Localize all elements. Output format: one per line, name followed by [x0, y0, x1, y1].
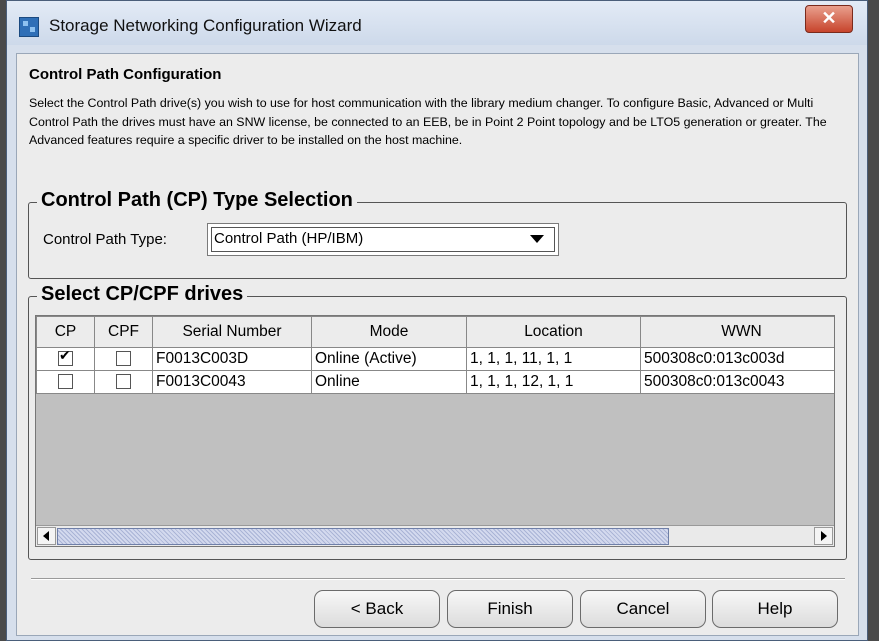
table-row[interactable]: F0013C003D Online (Active) 1, 1, 1, 11, … — [36, 347, 834, 371]
chevron-down-icon — [530, 235, 544, 243]
wwn-cell: 500308c0:013c0043 — [640, 370, 834, 394]
column-header-wwn[interactable]: WWN — [640, 316, 834, 348]
cp-type-label: Control Path Type: — [43, 231, 167, 248]
cp-cell — [36, 370, 95, 394]
location-cell: 1, 1, 1, 11, 1, 1 — [466, 347, 641, 371]
mode-cell: Online — [311, 370, 467, 394]
window-title: Storage Networking Configuration Wizard — [49, 16, 362, 35]
scroll-left-icon[interactable] — [37, 527, 56, 545]
cp-type-selected-value: Control Path (HP/IBM) — [214, 230, 364, 247]
column-header-cp[interactable]: CP — [36, 316, 95, 348]
mode-cell: Online (Active) — [311, 347, 467, 371]
cp-cell — [36, 347, 95, 371]
wwn-cell: 500308c0:013c003d — [640, 347, 834, 371]
close-icon: ✕ — [821, 8, 837, 28]
cp-checkbox[interactable] — [58, 349, 73, 367]
cancel-button[interactable]: Cancel — [580, 590, 706, 628]
serial-number-cell: F0013C003D — [152, 347, 312, 371]
page-title: Control Path Configuration — [29, 66, 222, 83]
close-button[interactable]: ✕ — [805, 5, 853, 33]
column-header-location[interactable]: Location — [466, 316, 641, 348]
cpf-cell — [94, 347, 153, 371]
table-row[interactable]: F0013C0043 Online 1, 1, 1, 12, 1, 1 5003… — [36, 370, 834, 394]
finish-button[interactable]: Finish — [447, 590, 573, 628]
content-panel: Control Path Configuration Select the Co… — [16, 53, 859, 636]
cp-checkbox[interactable] — [58, 374, 73, 390]
column-header-serial-number[interactable]: Serial Number — [152, 316, 312, 348]
cpf-checkbox[interactable] — [116, 351, 131, 367]
help-button[interactable]: Help — [712, 590, 838, 628]
column-header-mode[interactable]: Mode — [311, 316, 467, 348]
app-icon — [19, 17, 39, 37]
page-description: Select the Control Path drive(s) you wis… — [29, 96, 827, 147]
button-separator — [31, 578, 845, 580]
cp-type-group: Control Path (CP) Type Selection Control… — [28, 189, 847, 279]
cp-type-dropdown[interactable]: Control Path (HP/IBM) — [207, 223, 559, 256]
table-header-row: CP CPF Serial Number Mode Location WWN — [36, 316, 834, 348]
scroll-right-icon[interactable] — [814, 527, 833, 545]
serial-number-cell: F0013C0043 — [152, 370, 312, 394]
cpf-cell — [94, 370, 153, 394]
title-bar: Storage Networking Configuration Wizard … — [7, 1, 867, 45]
location-cell: 1, 1, 1, 12, 1, 1 — [466, 370, 641, 394]
wizard-window: Storage Networking Configuration Wizard … — [6, 0, 868, 641]
drives-group-legend: Select CP/CPF drives — [37, 283, 248, 306]
drives-table: CP CPF Serial Number Mode Location WWN ✔… — [35, 315, 835, 547]
back-button[interactable]: < Back — [314, 590, 440, 628]
cp-type-group-legend: Control Path (CP) Type Selection — [37, 189, 357, 212]
cpf-checkbox[interactable] — [116, 374, 131, 390]
horizontal-scrollbar[interactable] — [36, 525, 834, 546]
column-header-cpf[interactable]: CPF — [94, 316, 153, 348]
scrollbar-thumb[interactable] — [57, 528, 669, 545]
drives-group: Select CP/CPF drives CP CPF Serial Numbe… — [28, 283, 847, 560]
